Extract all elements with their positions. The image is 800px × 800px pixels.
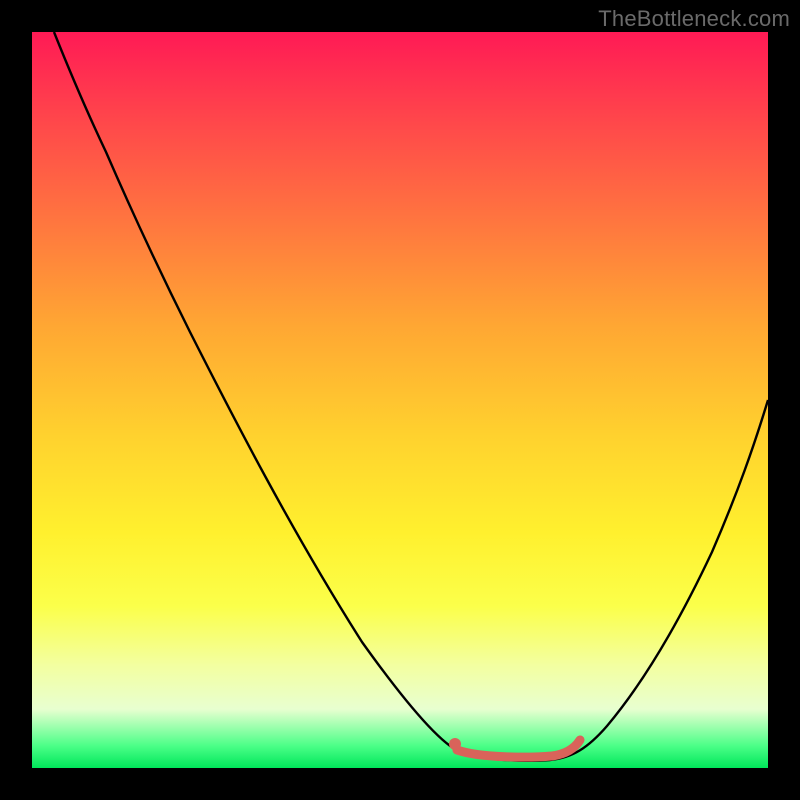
highlight-start-dot — [449, 738, 461, 750]
chart-frame: TheBottleneck.com — [0, 0, 800, 800]
chart-svg — [32, 32, 768, 768]
bottleneck-curve-path — [54, 32, 768, 761]
watermark-text: TheBottleneck.com — [598, 6, 790, 32]
plot-area — [32, 32, 768, 768]
highlight-segment-path — [457, 740, 580, 757]
